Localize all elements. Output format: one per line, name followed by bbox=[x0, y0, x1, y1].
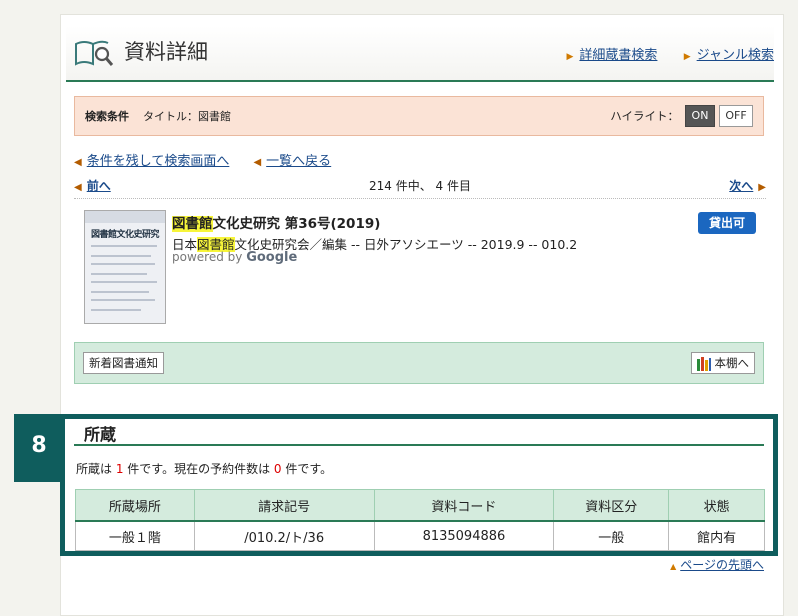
book-cover-image: 図書館文化史研究 bbox=[84, 210, 166, 324]
triangle-right-icon: ▶ bbox=[758, 182, 766, 193]
navigation-links: ◀ 条件を残して検索画面へ ◀ 一覧へ戻る bbox=[74, 150, 351, 169]
back-to-list-link[interactable]: 一覧へ戻る bbox=[266, 154, 331, 169]
action-bar: 新着図書通知 本棚へ bbox=[74, 342, 764, 384]
table-row: 一般１階 /010.2/ト/36 8135094886 一般 館内有 bbox=[75, 520, 765, 551]
table-cell: 一般１階 bbox=[75, 520, 195, 551]
column-header: 資料区分 bbox=[553, 489, 670, 522]
header-links: ▶ 詳細蔵書検索 ▶ ジャンル検索 bbox=[567, 44, 775, 63]
page-top-link[interactable]: ページの先頭へ bbox=[680, 558, 764, 572]
bookshelf-label: 本棚へ bbox=[714, 356, 750, 370]
new-books-notify-button[interactable]: 新着図書通知 bbox=[83, 352, 164, 374]
genre-search-link[interactable]: ジャンル検索 bbox=[697, 48, 774, 63]
title-rest: 文化史研究 第36号(2019) bbox=[212, 216, 381, 232]
condition-label: 検索条件 bbox=[85, 110, 129, 123]
highlight-on-button[interactable]: ON bbox=[685, 105, 715, 127]
next-link[interactable]: 次へ bbox=[729, 179, 753, 193]
triangle-right-icon: ▶ bbox=[683, 52, 691, 62]
triangle-up-icon: ▲ bbox=[670, 562, 677, 571]
highlight-label: ハイライト： bbox=[610, 109, 679, 123]
pager: ◀ 前へ 214 件中、 4 件目 次へ ▶ bbox=[74, 176, 766, 199]
table-cell: 8135094886 bbox=[373, 520, 555, 551]
back-to-search-link[interactable]: 条件を残して検索画面へ bbox=[87, 154, 230, 169]
triangle-left-icon: ◀ bbox=[74, 157, 82, 168]
cover-title: 図書館文化史研究 bbox=[91, 230, 160, 240]
book-search-icon bbox=[75, 40, 114, 66]
column-header: 資料コード bbox=[373, 489, 555, 522]
table-cell: /010.2/ト/36 bbox=[193, 520, 375, 551]
holdings-divider bbox=[74, 444, 764, 446]
summary-text: 件です。現在の予約件数は bbox=[123, 462, 274, 476]
table-cell: 一般 bbox=[553, 520, 670, 551]
column-header: 請求記号 bbox=[193, 489, 375, 522]
triangle-left-icon: ◀ bbox=[253, 157, 262, 168]
column-header: 所蔵場所 bbox=[75, 489, 195, 522]
powered-by-text: powered by bbox=[172, 250, 243, 264]
triangle-right-icon: ▶ bbox=[566, 52, 574, 62]
holdings-table: 所蔵場所 請求記号 資料コード 資料区分 状態 一般１階 /010.2/ト/36… bbox=[75, 489, 765, 551]
status-badge: 貸出可 bbox=[698, 212, 756, 234]
step-badge: 8 bbox=[14, 414, 64, 482]
result-count: 214 件中、 4 件目 bbox=[369, 179, 471, 193]
search-condition-bar: 検索条件 タイトル：図書館 ハイライト： ON OFF bbox=[74, 96, 764, 136]
page-top-link-wrap: ▲ ページの先頭へ bbox=[670, 556, 764, 573]
table-cell: 館内有 bbox=[668, 520, 765, 551]
bookshelf-button[interactable]: 本棚へ bbox=[690, 352, 755, 374]
title-highlight: 図書館 bbox=[172, 216, 213, 232]
reserve-count: 0 bbox=[273, 462, 282, 476]
condition-value: タイトル：図書館 bbox=[143, 110, 231, 123]
powered-by-google: powered by Google bbox=[172, 250, 297, 265]
google-logo: Google bbox=[246, 250, 298, 265]
holdings-summary: 所蔵は 1 件です。現在の予約件数は 0 件です。 bbox=[76, 460, 332, 477]
column-header: 状態 bbox=[668, 489, 765, 522]
summary-text: 件です。 bbox=[281, 462, 333, 476]
table-header-row: 所蔵場所 請求記号 資料コード 資料区分 状態 bbox=[75, 489, 765, 522]
record-title[interactable]: 図書館文化史研究 第36号(2019) bbox=[172, 212, 380, 232]
highlight-off-button[interactable]: OFF bbox=[719, 105, 753, 127]
bookshelf-icon bbox=[696, 356, 711, 371]
page-header: 資料詳細 ▶ 詳細蔵書検索 ▶ ジャンル検索 bbox=[66, 26, 774, 82]
summary-text: 所蔵は bbox=[76, 462, 116, 476]
holdings-heading: 所蔵 bbox=[84, 425, 117, 444]
detail-search-link[interactable]: 詳細蔵書検索 bbox=[579, 48, 657, 63]
page-title: 資料詳細 bbox=[124, 40, 208, 64]
